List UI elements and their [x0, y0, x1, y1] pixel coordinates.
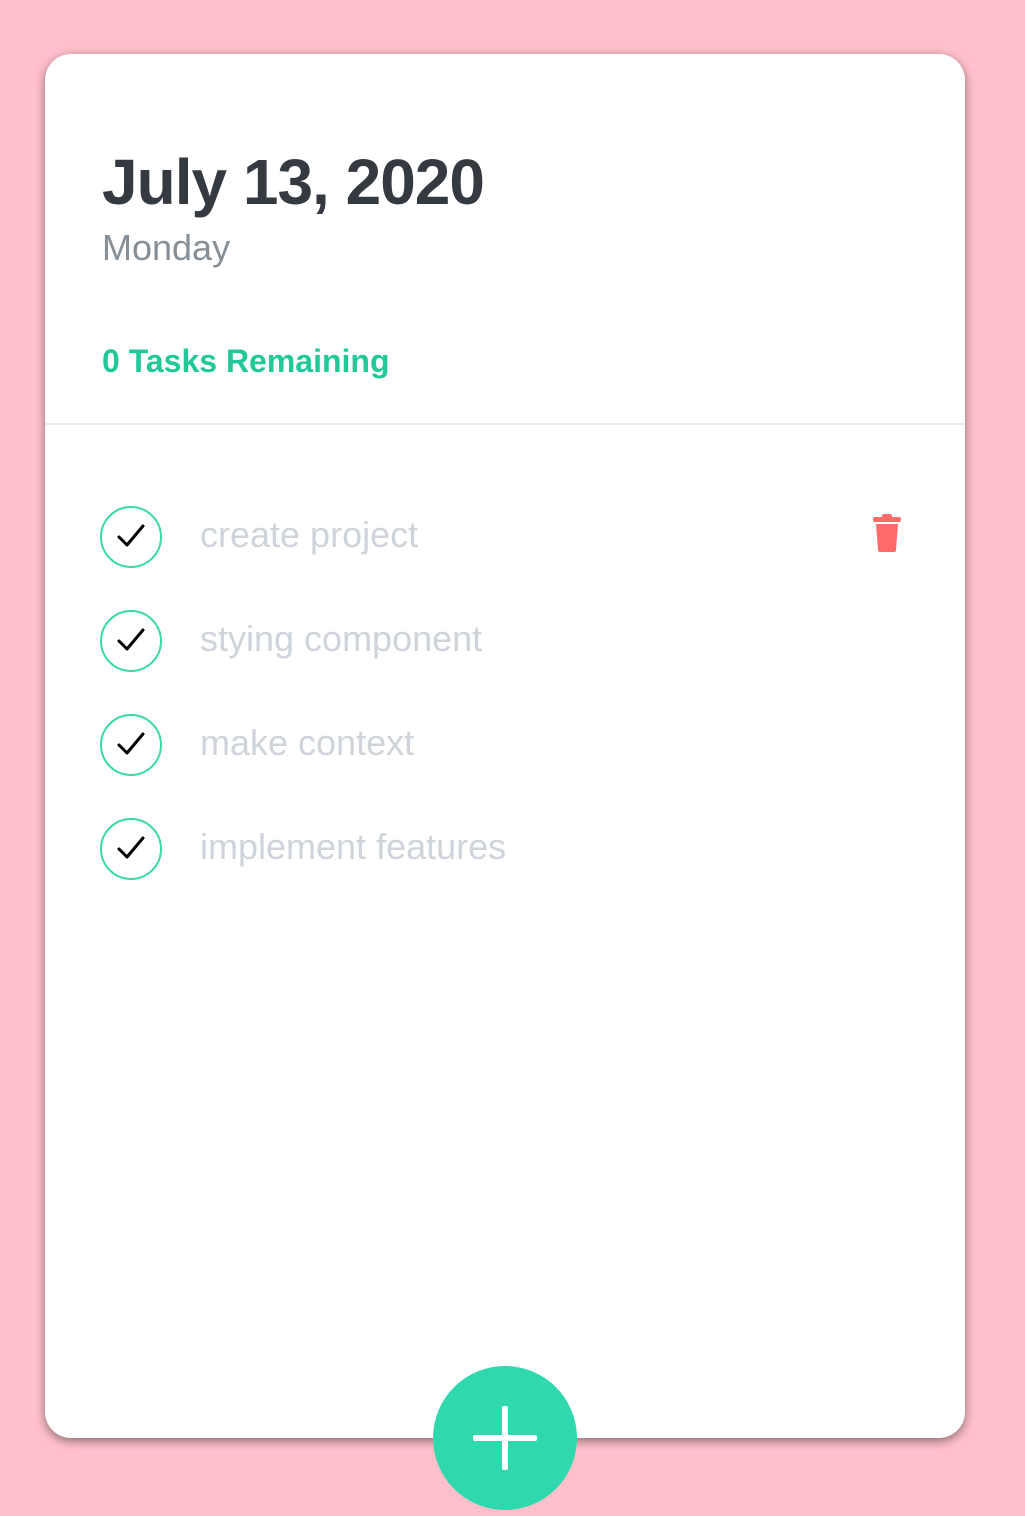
- todo-checkbox[interactable]: [100, 610, 162, 672]
- check-icon: [117, 836, 145, 859]
- date-title: July 13, 2020: [102, 146, 485, 218]
- todo-list: create project stying component make con…: [45, 425, 965, 1325]
- day-label: Monday: [102, 227, 231, 268]
- check-icon: [117, 732, 145, 755]
- todo-item: implement features: [45, 807, 965, 887]
- tasks-remaining: 0 Tasks Remaining: [102, 343, 390, 379]
- todo-text: stying component: [200, 618, 483, 659]
- check-icon: [117, 628, 145, 651]
- todo-checkbox[interactable]: [100, 714, 162, 776]
- plus-icon: [473, 1406, 537, 1470]
- todo-item: stying component: [45, 599, 965, 679]
- todo-checkbox[interactable]: [100, 506, 162, 568]
- check-icon: [117, 524, 145, 547]
- todo-text: make context: [200, 722, 415, 763]
- todo-card: July 13, 2020 Monday 0 Tasks Remaining c…: [45, 54, 965, 1438]
- todo-checkbox[interactable]: [100, 818, 162, 880]
- add-todo-button[interactable]: [433, 1366, 577, 1510]
- todo-text: create project: [200, 514, 419, 555]
- trash-icon: [873, 514, 901, 552]
- todo-header: July 13, 2020 Monday 0 Tasks Remaining: [45, 54, 965, 425]
- todo-text: implement features: [200, 826, 507, 867]
- todo-item: make context: [45, 703, 965, 783]
- delete-todo-button[interactable]: [869, 513, 905, 553]
- todo-item: create project: [45, 495, 965, 575]
